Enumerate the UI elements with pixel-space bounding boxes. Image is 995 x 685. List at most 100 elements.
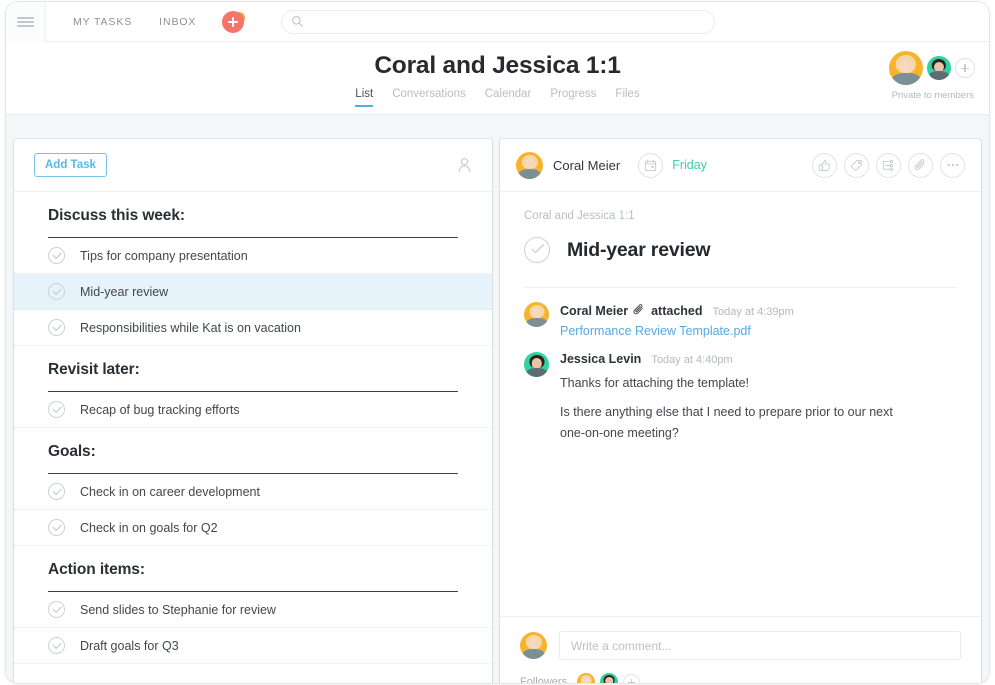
avatar[interactable]	[889, 51, 923, 85]
activity-body: Coral Meier attached Today at 4:39pm Perfor…	[560, 302, 957, 338]
content-area: Add Task Discuss this week: Tips for comp…	[6, 115, 989, 683]
comment-text: Thanks for attaching the template!	[560, 373, 910, 395]
activity-meta: Coral Meier attached Today at 4:39pm	[560, 302, 957, 320]
hamburger-icon[interactable]	[6, 2, 46, 42]
tab-calendar[interactable]: Calendar	[485, 88, 532, 107]
calendar-icon[interactable]	[638, 153, 663, 178]
task-row-title: Recap of bug tracking efforts	[80, 403, 240, 417]
task-complete-checkbox[interactable]	[48, 519, 65, 536]
activity-timestamp: Today at 4:40pm	[651, 354, 732, 366]
due-date-chip: Friday	[638, 153, 707, 178]
member-avatars	[889, 51, 975, 85]
followers-label: Followers	[520, 676, 567, 683]
tag-icon[interactable]	[844, 153, 869, 178]
activity-feed: Coral Meier attached Today at 4:39pm Perfor…	[524, 288, 957, 445]
activity-item: Jessica Levin Today at 4:40pm Thanks for a…	[524, 352, 957, 445]
task-actions	[812, 153, 965, 178]
avatar[interactable]	[577, 673, 595, 683]
task-section-title: Action items:	[48, 561, 458, 579]
due-date-value[interactable]: Friday	[672, 158, 707, 172]
search-input[interactable]	[304, 16, 714, 28]
tab-progress[interactable]: Progress	[550, 88, 596, 107]
avatar	[524, 352, 549, 377]
task-section-header: Goals:	[14, 428, 492, 467]
task-complete-checkbox[interactable]	[48, 483, 65, 500]
task-detail-toolbar: Coral Meier Friday	[500, 139, 981, 192]
task-row-title: Send slides to Stephanie for review	[80, 603, 276, 617]
task-complete-checkbox[interactable]	[48, 601, 65, 618]
avatar	[524, 302, 549, 327]
task-section-title: Goals:	[48, 443, 458, 461]
task-complete-checkbox[interactable]	[48, 247, 65, 264]
comment-text: Is there anything else that I need to pr…	[560, 402, 910, 445]
attachment-link[interactable]: Performance Review Template.pdf	[560, 324, 957, 338]
followers-avatars	[577, 673, 640, 683]
task-complete-checkbox[interactable]	[48, 401, 65, 418]
task-complete-checkbox[interactable]	[48, 283, 65, 300]
activity-author[interactable]: Jessica Levin	[560, 352, 641, 366]
tab-files[interactable]: Files	[615, 88, 639, 107]
task-complete-checkbox[interactable]	[48, 637, 65, 654]
task-section-title: Discuss this week:	[48, 207, 458, 225]
task-row-title: Mid-year review	[80, 285, 168, 299]
paperclip-icon	[633, 303, 645, 321]
activity-author[interactable]: Coral Meier	[560, 304, 628, 318]
task-row[interactable]: Responsibilities while Kat is on vacatio…	[14, 310, 492, 346]
person-icon[interactable]	[457, 157, 472, 173]
task-row[interactable]: Check in on goals for Q2	[14, 510, 492, 546]
task-row-title: Tips for company presentation	[80, 249, 248, 263]
activity-meta: Jessica Levin Today at 4:40pm	[560, 352, 957, 366]
task-row-title: Draft goals for Q3	[80, 639, 179, 653]
thumbs-up-icon[interactable]	[812, 153, 837, 178]
task-row-title: Check in on career development	[80, 485, 260, 499]
task-complete-checkbox[interactable]	[48, 319, 65, 336]
add-person-icon[interactable]	[623, 674, 640, 684]
task-section-header: Discuss this week:	[14, 192, 492, 231]
activity-body: Jessica Levin Today at 4:40pm Thanks for a…	[560, 352, 957, 445]
task-title-row: Mid-year review	[524, 237, 957, 263]
project-tabs: List Conversations Calendar Progress Fil…	[6, 88, 989, 107]
search-bar[interactable]	[281, 10, 715, 34]
comment-area: Followers	[500, 616, 981, 683]
task-section-title: Revisit later:	[48, 361, 458, 379]
plus-accent	[234, 10, 247, 23]
nav-link-inbox[interactable]: INBOX	[159, 16, 196, 28]
subtask-icon[interactable]	[876, 153, 901, 178]
avatar[interactable]	[516, 152, 543, 179]
comment-input[interactable]	[559, 631, 961, 660]
breadcrumb[interactable]: Coral and Jessica 1:1	[524, 210, 957, 222]
nav-link-my-tasks[interactable]: MY TASKS	[73, 16, 132, 28]
search-icon	[291, 15, 304, 28]
project-header: Coral and Jessica 1:1 List Conversations…	[6, 42, 989, 115]
activity-item: Coral Meier attached Today at 4:39pm Perfor…	[524, 302, 957, 338]
app-window: MY TASKS INBOX Coral and Jessica 1:1 Lis…	[6, 2, 989, 683]
ellipsis-icon[interactable]	[940, 153, 965, 178]
task-assignee[interactable]: Coral Meier	[553, 158, 620, 173]
tab-conversations[interactable]: Conversations	[392, 88, 466, 107]
tab-list[interactable]: List	[355, 88, 373, 107]
task-row[interactable]: Draft goals for Q3	[14, 628, 492, 664]
task-row[interactable]: Mid-year review	[14, 274, 492, 310]
add-task-button[interactable]: Add Task	[34, 153, 107, 177]
task-title[interactable]: Mid-year review	[567, 239, 710, 262]
task-section-header: Revisit later:	[14, 346, 492, 385]
page-title: Coral and Jessica 1:1	[6, 52, 989, 80]
task-row-title: Check in on goals for Q2	[80, 521, 218, 535]
task-row[interactable]: Tips for company presentation	[14, 238, 492, 274]
paperclip-icon[interactable]	[908, 153, 933, 178]
avatar	[520, 632, 547, 659]
avatar[interactable]	[927, 56, 951, 80]
avatar[interactable]	[600, 673, 618, 683]
quick-add-button[interactable]	[222, 11, 244, 33]
task-row[interactable]: Send slides to Stephanie for review	[14, 592, 492, 628]
comment-row	[520, 631, 961, 660]
task-list-panel: Add Task Discuss this week: Tips for comp…	[14, 139, 492, 683]
task-row[interactable]: Recap of bug tracking efforts	[14, 392, 492, 428]
add-person-icon[interactable]	[955, 58, 975, 78]
task-row[interactable]: Check in on career development	[14, 474, 492, 510]
task-row-title: Responsibilities while Kat is on vacatio…	[80, 321, 301, 335]
task-complete-checkbox[interactable]	[524, 237, 550, 263]
task-list: Discuss this week: Tips for company prese…	[14, 192, 492, 664]
activity-timestamp: Today at 4:39pm	[713, 306, 794, 318]
activity-verb: attached	[651, 304, 702, 318]
